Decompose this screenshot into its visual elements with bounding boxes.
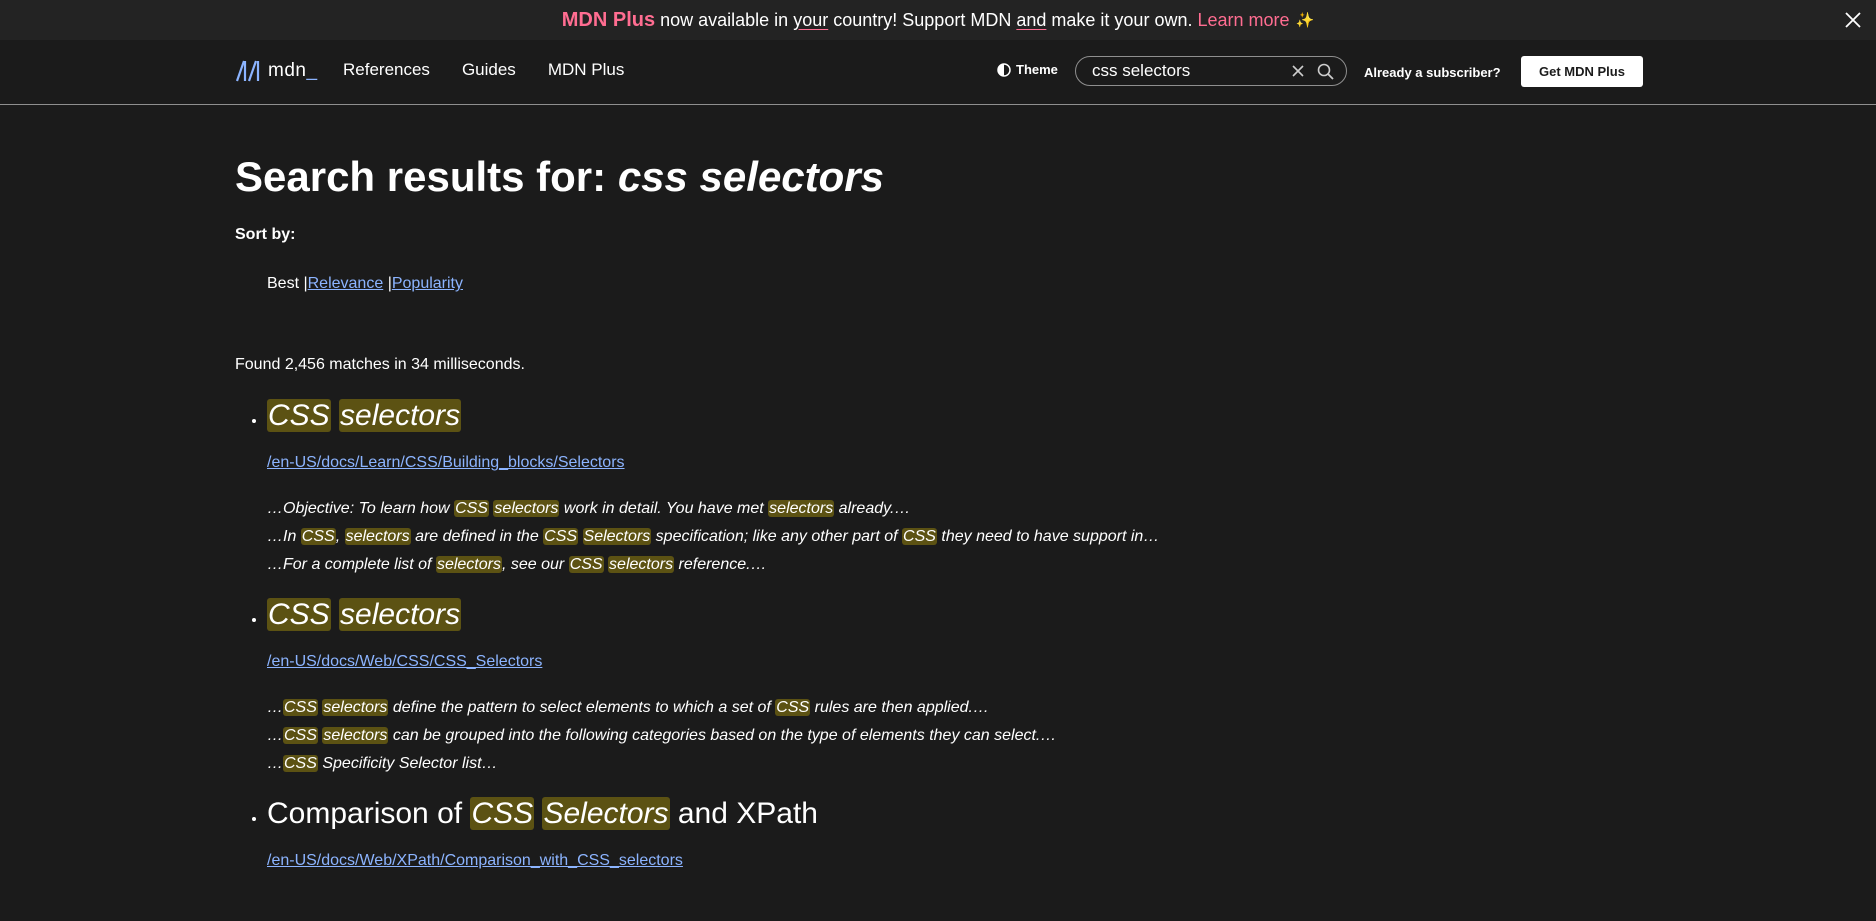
logo-text: mdn_ xyxy=(268,60,318,81)
result-snippet: …For a complete list of selectors, see o… xyxy=(267,551,1635,579)
nav-references[interactable]: References xyxy=(343,60,430,80)
snippet-text: …Objective: To learn how xyxy=(267,500,455,518)
highlighted-term: selectors xyxy=(339,598,462,632)
snippet-text: rules are then applied.… xyxy=(810,699,989,717)
result-snippets: …Objective: To learn how CSS selectors w… xyxy=(267,495,1635,579)
theme-switcher-button[interactable]: Theme xyxy=(997,62,1058,77)
banner-brand: MDN Plus xyxy=(561,8,656,31)
highlighted-term: CSS xyxy=(300,528,336,546)
snippet-text: work in detail. You have met xyxy=(559,500,769,518)
snippet-text: Specificity Selector list… xyxy=(317,755,498,773)
highlighted-term: CSS xyxy=(470,797,535,831)
sparkle-icon: ✨ xyxy=(1295,12,1315,29)
highlighted-term: selectors xyxy=(339,399,462,433)
results-list: CSS selectors/en-US/docs/Learn/CSS/Build… xyxy=(235,398,1635,870)
result-title-link[interactable]: CSS selectors xyxy=(267,597,1635,633)
snippet-text: , see our xyxy=(501,556,569,574)
result-snippet: …CSS Specificity Selector list… xyxy=(267,750,1635,778)
result-snippets: …CSS selectors define the pattern to sel… xyxy=(267,694,1635,778)
result-title-link[interactable]: Comparison of CSS Selectors and XPath xyxy=(267,796,1635,832)
result-title-link[interactable]: CSS selectors xyxy=(267,398,1635,434)
search-box xyxy=(1075,56,1347,86)
highlighted-term: CSS xyxy=(267,598,331,632)
clear-search-button[interactable] xyxy=(1290,63,1306,84)
snippet-text: can be grouped into the following catego… xyxy=(388,727,1057,745)
result-title-text xyxy=(331,598,339,631)
sort-best: Best xyxy=(267,275,300,293)
highlighted-term: selectors xyxy=(322,727,389,745)
snippet-text: they need to have support in… xyxy=(936,528,1160,546)
main-content: Search results for: css selectors Sort b… xyxy=(235,105,1635,888)
result-url-link[interactable]: /en-US/docs/Web/CSS/CSS_Selectors xyxy=(267,653,1635,671)
highlighted-term: Selectors xyxy=(542,797,670,831)
results-count: Found 2,456 matches in 34 milliseconds. xyxy=(235,356,525,374)
snippet-text: …For a complete list of xyxy=(267,556,436,574)
result-item: CSS selectors/en-US/docs/Web/CSS/CSS_Sel… xyxy=(267,597,1635,778)
highlighted-term: selectors xyxy=(493,500,560,518)
highlighted-term: CSS xyxy=(283,755,318,773)
close-icon xyxy=(1845,12,1861,28)
search-query: css selectors xyxy=(617,153,885,200)
snippet-text: … xyxy=(267,699,283,717)
promo-banner: MDN Plus now available in your country! … xyxy=(0,0,1876,40)
sort-options: Best |Relevance |Popularity xyxy=(267,275,1635,293)
result-title-text: and XPath xyxy=(669,797,818,831)
site-header: mdn_ References Guides MDN Plus Theme Al… xyxy=(0,40,1876,105)
snippet-text: , xyxy=(335,528,345,546)
sort-relevance-link[interactable]: Relevance xyxy=(308,275,384,292)
result-item: CSS selectors/en-US/docs/Learn/CSS/Build… xyxy=(267,398,1635,579)
highlighted-term: CSS xyxy=(267,399,331,433)
search-input[interactable] xyxy=(1092,61,1282,81)
result-snippet: …CSS selectors can be grouped into the f… xyxy=(267,722,1635,750)
snippet-text: …In xyxy=(267,528,301,546)
highlighted-term: CSS xyxy=(902,528,937,546)
nav-mdn-plus[interactable]: MDN Plus xyxy=(548,60,625,80)
already-subscriber-link[interactable]: Already a subscriber? xyxy=(1364,65,1501,80)
snippet-text: … xyxy=(267,755,283,773)
highlighted-term: CSS xyxy=(543,528,579,546)
main-nav: References Guides MDN Plus xyxy=(343,60,656,80)
highlighted-term: selectors xyxy=(435,556,502,574)
get-mdn-plus-button[interactable]: Get MDN Plus xyxy=(1521,56,1643,87)
highlighted-term: CSS xyxy=(568,556,604,574)
theme-icon xyxy=(997,62,1011,77)
mdn-logo-icon xyxy=(236,60,260,82)
banner-learn-more-link[interactable]: Learn more xyxy=(1197,10,1289,31)
highlighted-term: CSS xyxy=(454,500,489,518)
snippet-text: reference.… xyxy=(674,556,767,574)
snippet-text: are defined in the xyxy=(410,528,544,546)
highlighted-term: selectors xyxy=(344,528,411,546)
snippet-text: already.… xyxy=(834,500,911,518)
result-snippet: …In CSS, selectors are defined in the CS… xyxy=(267,523,1635,551)
highlighted-term: selectors xyxy=(768,500,835,518)
snippet-text: specification; like any other part of xyxy=(651,528,903,546)
highlighted-term: CSS xyxy=(775,699,811,717)
highlighted-term: selectors xyxy=(322,699,389,717)
highlighted-term: CSS xyxy=(283,727,318,745)
highlighted-term: Selectors xyxy=(582,528,652,546)
banner-text: now available in your country! Support M… xyxy=(660,9,1193,30)
theme-label: Theme xyxy=(1016,62,1058,77)
search-icon xyxy=(1317,63,1334,80)
mdn-logo[interactable]: mdn_ xyxy=(236,60,318,82)
result-title-text: Comparison of xyxy=(267,797,471,831)
snippet-text xyxy=(578,528,582,545)
clear-icon xyxy=(1292,65,1304,77)
result-snippet: …CSS selectors define the pattern to sel… xyxy=(267,694,1635,722)
nav-guides[interactable]: Guides xyxy=(462,60,516,80)
result-item: Comparison of CSS Selectors and XPath/en… xyxy=(267,796,1635,870)
snippet-text: define the pattern to select elements to… xyxy=(388,699,776,717)
search-submit-button[interactable] xyxy=(1317,63,1334,85)
page-title: Search results for: css selectors xyxy=(235,153,885,200)
sort-popularity-link[interactable]: Popularity xyxy=(392,275,463,292)
result-url-link[interactable]: /en-US/docs/Web/XPath/Comparison_with_CS… xyxy=(267,852,1635,870)
sort-label: Sort by: xyxy=(235,226,296,244)
snippet-text: … xyxy=(267,727,283,745)
result-url-link[interactable]: /en-US/docs/Learn/CSS/Building_blocks/Se… xyxy=(267,454,1635,472)
close-banner-button[interactable] xyxy=(1838,5,1868,35)
result-snippet: …Objective: To learn how CSS selectors w… xyxy=(267,495,1635,523)
result-title-text xyxy=(331,399,339,432)
highlighted-term: CSS xyxy=(283,699,318,717)
highlighted-term: selectors xyxy=(608,556,675,574)
